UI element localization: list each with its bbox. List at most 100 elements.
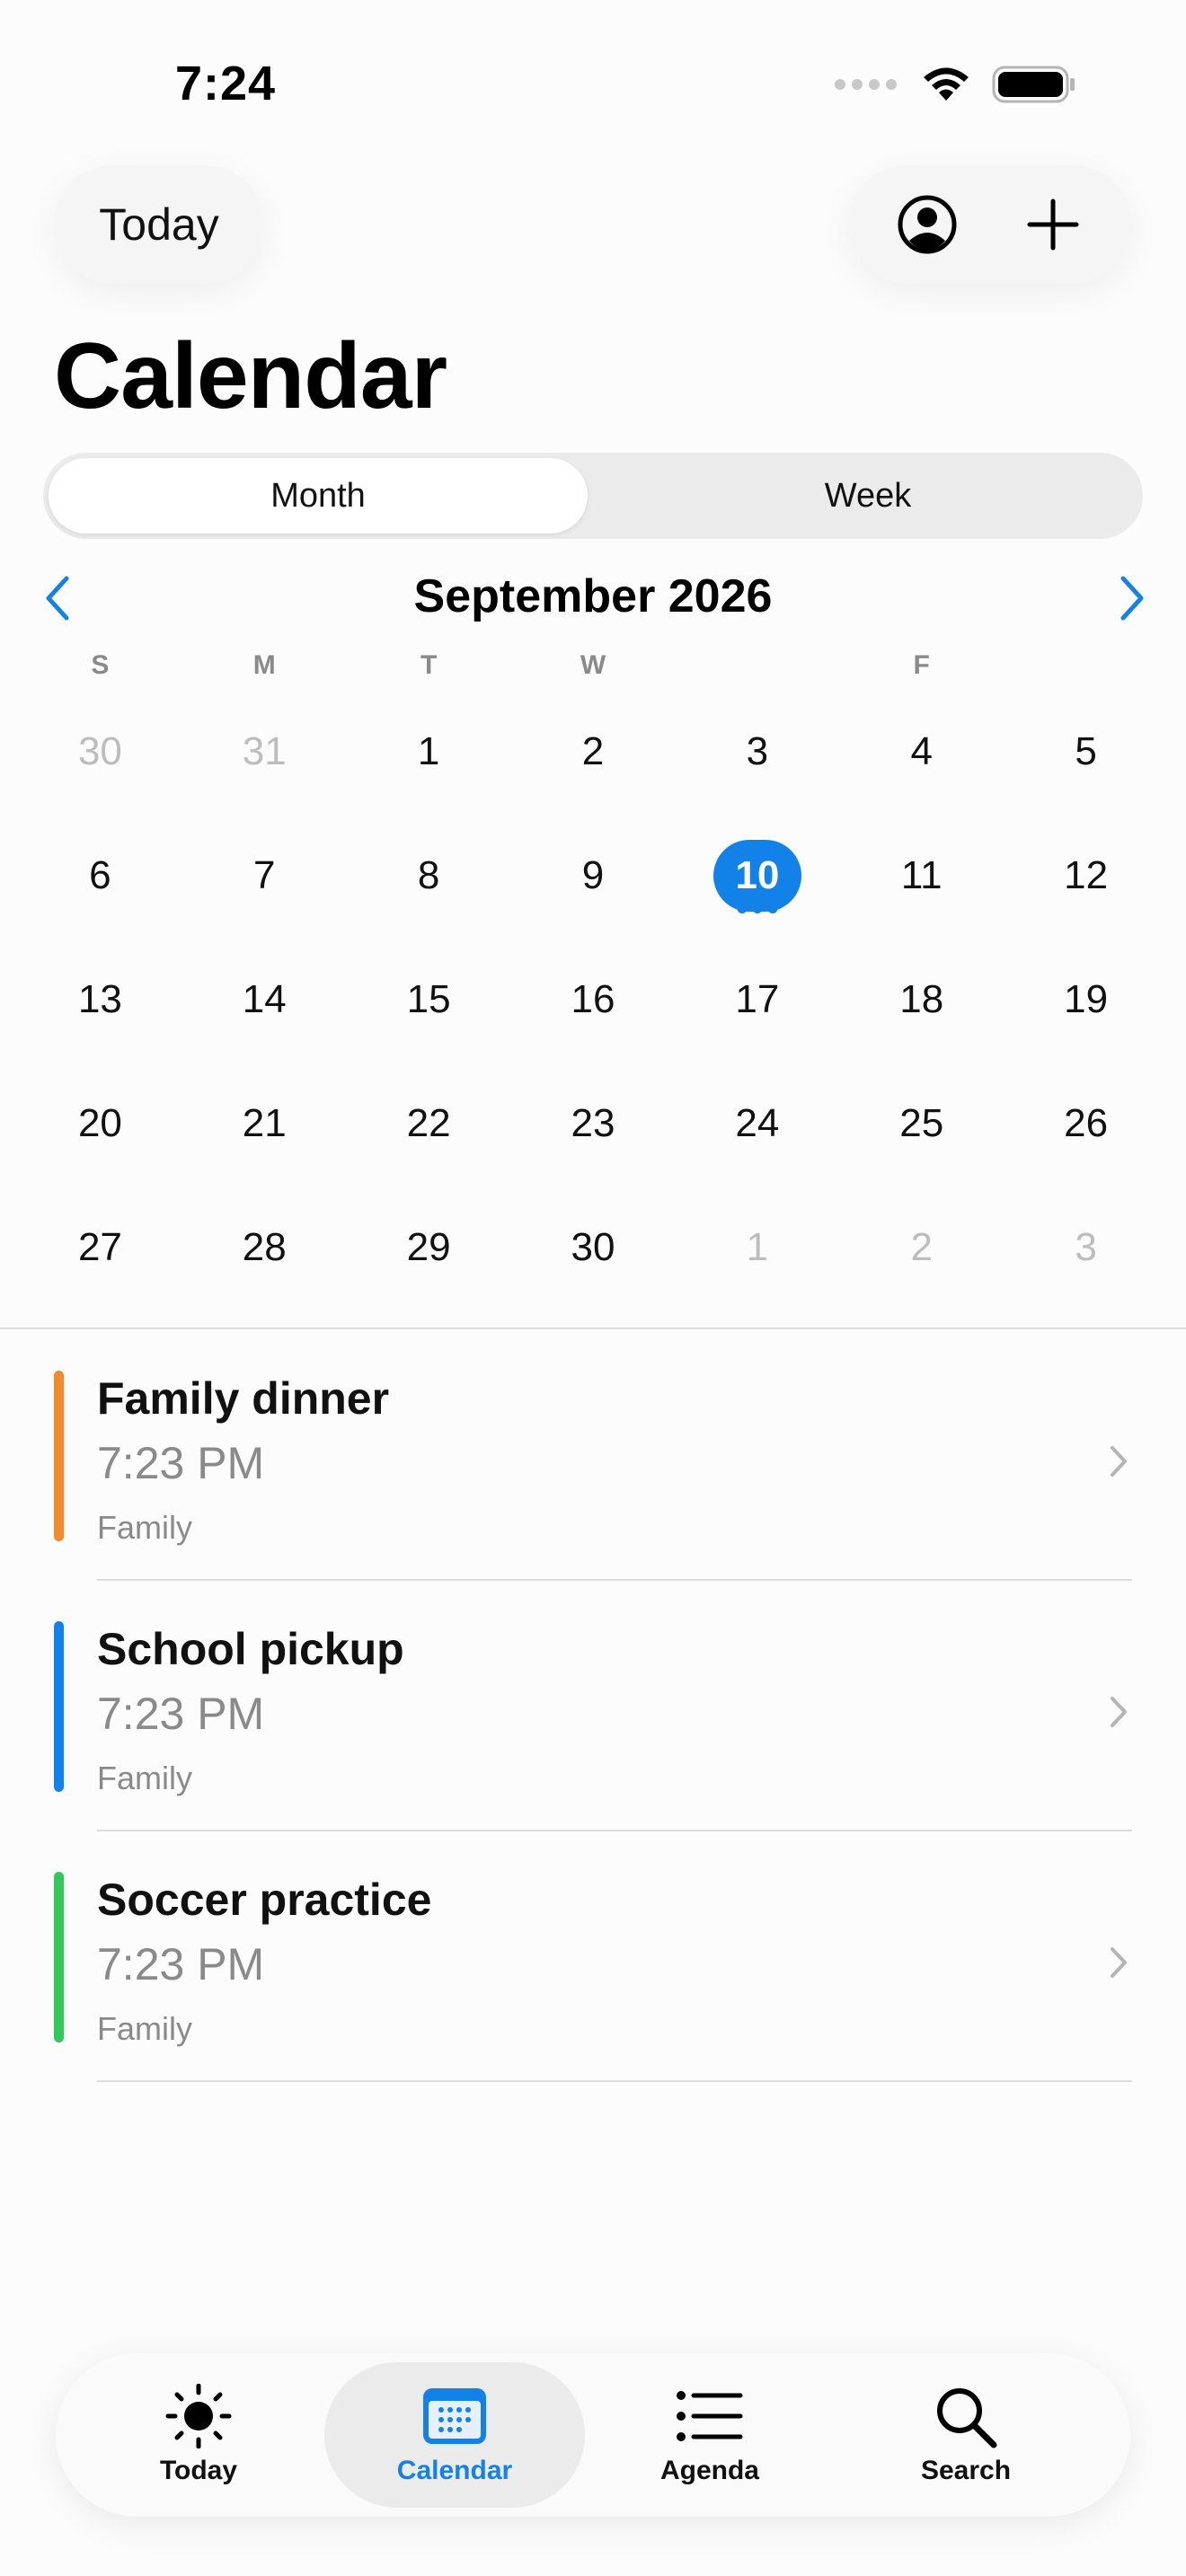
day-number: 10 (712, 840, 801, 912)
calendar-day[interactable]: 24 (675, 1062, 839, 1186)
calendar-icon (423, 2388, 486, 2444)
add-event-button[interactable] (1008, 180, 1098, 269)
event-time: 7:23 PM (97, 1689, 265, 1739)
day-number: 12 (1064, 853, 1109, 897)
calendar-day[interactable]: 20 (18, 1062, 182, 1186)
event-color-bar (54, 1621, 64, 1792)
day-number: 24 (735, 1101, 780, 1145)
tab-agenda[interactable]: Agenda (580, 2362, 840, 2508)
calendar-day[interactable]: 14 (182, 938, 347, 1062)
calendar-day-selected[interactable]: 10 (675, 814, 839, 938)
calendar-day[interactable]: 9 (511, 814, 676, 938)
day-number: 9 (581, 853, 605, 897)
day-number: 11 (900, 853, 943, 897)
weekday-label: M (252, 650, 276, 680)
event-calendar-name: Family (97, 2010, 192, 2047)
calendar-day[interactable]: 7 (182, 814, 347, 938)
calendar-day[interactable]: 12 (1004, 814, 1168, 938)
event-row[interactable]: Family dinner 7:23 PM Family (54, 1328, 1132, 1581)
top-actions (848, 165, 1132, 284)
tab-label: Search (920, 2456, 1012, 2485)
calendar-day[interactable]: 2 (511, 690, 676, 814)
calendar-day[interactable]: 19 (1004, 938, 1168, 1062)
weekday-label: F (913, 650, 930, 680)
day-number: 1 (417, 729, 440, 773)
calendar-day[interactable]: 25 (839, 1062, 1004, 1186)
day-number: 2 (581, 729, 605, 773)
calendar-day[interactable]: 22 (347, 1062, 511, 1186)
calendar-day[interactable]: 31 (182, 690, 347, 814)
calendar-day[interactable]: 16 (511, 938, 676, 1062)
battery-icon (992, 66, 1075, 103)
day-number: 21 (242, 1101, 287, 1145)
day-number: 16 (571, 977, 615, 1021)
day-number: 14 (242, 977, 287, 1021)
calendar-day[interactable]: 30 (511, 1186, 676, 1310)
event-calendar-name: Family (97, 1760, 192, 1796)
weekday-label (675, 650, 839, 686)
today-button[interactable]: Today (54, 165, 264, 284)
calendar-day[interactable]: 27 (18, 1186, 182, 1310)
chevron-right-icon[interactable] (1109, 573, 1154, 623)
calendar-day[interactable]: 28 (182, 1186, 347, 1310)
list-icon (677, 2391, 743, 2441)
day-number: 2 (910, 1225, 933, 1269)
day-number: 1 (746, 1225, 769, 1269)
calendar-day[interactable]: 1 (675, 1186, 839, 1310)
calendar-day[interactable]: 3 (675, 690, 839, 814)
day-number: 30 (571, 1225, 615, 1269)
tab-label: Agenda (659, 2456, 759, 2485)
calendar-day[interactable]: 5 (1004, 690, 1168, 814)
month-navigation: September 2026 (0, 557, 1186, 636)
search-icon (937, 2388, 997, 2448)
event-title: Soccer practice (97, 1875, 432, 1925)
calendar-day[interactable]: 29 (347, 1186, 511, 1310)
event-color-bar (54, 1371, 64, 1541)
day-number: 27 (77, 1225, 122, 1269)
calendar-day[interactable]: 2 (839, 1186, 1004, 1310)
day-number: 3 (746, 729, 769, 773)
calendar-day[interactable]: 13 (18, 938, 182, 1062)
day-number: 28 (242, 1225, 287, 1269)
tab-label: Calendar (396, 2456, 513, 2485)
calendar-day[interactable]: 26 (1004, 1062, 1168, 1186)
day-number: 7 (253, 853, 276, 897)
calendar-day[interactable]: 15 (347, 938, 511, 1062)
month-grid: 30 31 1 2 3 4 5 6 7 8 9 10 11 12 13 14 1… (18, 690, 1168, 1310)
event-title: Family dinner (97, 1373, 390, 1424)
tab-calendar[interactable]: Calendar (324, 2362, 585, 2508)
day-number: 25 (899, 1101, 944, 1145)
tab-bar: Today Calendar Agenda Search (56, 2353, 1130, 2517)
event-row[interactable]: Soccer practice 7:23 PM Family (54, 1829, 1132, 2082)
month-title: September 2026 (413, 570, 773, 622)
calendar-day[interactable]: 1 (347, 690, 511, 814)
calendar-day[interactable]: 11 (839, 814, 1004, 938)
sun-icon (165, 2384, 232, 2448)
day-number: 13 (77, 977, 122, 1021)
plus-icon (1027, 198, 1079, 251)
day-number: 29 (406, 1225, 451, 1269)
calendar-day[interactable]: 21 (182, 1062, 347, 1186)
calendar-day[interactable]: 18 (839, 938, 1004, 1062)
weekday-label: W (580, 650, 606, 680)
account-button[interactable] (882, 180, 972, 269)
calendar-day[interactable]: 23 (511, 1062, 676, 1186)
day-number: 19 (1064, 977, 1109, 1021)
calendar-day[interactable]: 30 (18, 690, 182, 814)
calendar-day[interactable]: 3 (1004, 1186, 1168, 1310)
segment-week[interactable]: Week (598, 458, 1137, 534)
event-row[interactable]: School pickup 7:23 PM Family (54, 1578, 1132, 1831)
calendar-day[interactable]: 8 (347, 814, 511, 938)
calendar-day[interactable]: 6 (18, 814, 182, 938)
event-calendar-name: Family (97, 1509, 192, 1546)
day-number: 26 (1064, 1101, 1109, 1145)
status-icons (835, 65, 1076, 104)
event-title: School pickup (97, 1624, 404, 1674)
day-number: 23 (571, 1101, 615, 1145)
wifi-icon (924, 67, 969, 101)
calendar-day[interactable]: 17 (675, 938, 839, 1062)
calendar-day[interactable]: 4 (839, 690, 1004, 814)
tab-today[interactable]: Today (68, 2362, 329, 2508)
tab-search[interactable]: Search (836, 2362, 1096, 2508)
segment-month[interactable]: Month (49, 458, 588, 534)
